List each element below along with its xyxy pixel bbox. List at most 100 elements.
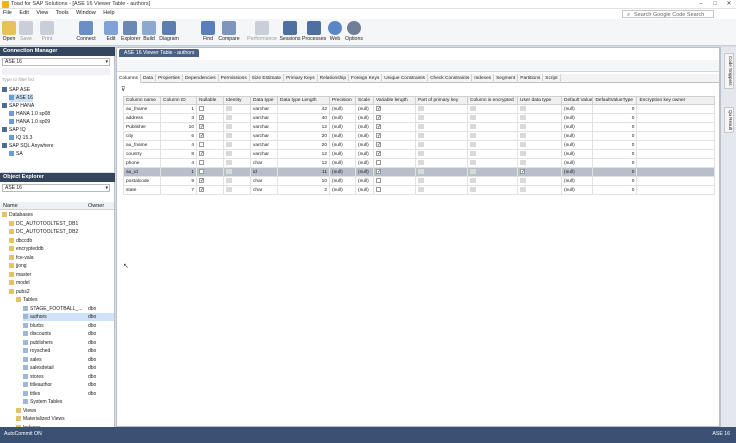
checkbox[interactable]: ✓ (376, 142, 381, 148)
build-button[interactable]: Build (142, 21, 156, 42)
connect-button[interactable]: Connect (76, 21, 96, 42)
subtab-item[interactable]: Dependencies (183, 74, 219, 83)
checkbox[interactable]: ✓ (376, 106, 381, 112)
tree-item[interactable]: System Tables (23, 398, 114, 406)
tree-item[interactable]: DC_AUTOTOOLTEST_DB2 (9, 228, 114, 236)
query-result-tab[interactable]: Qu Result (724, 107, 734, 134)
table-row[interactable]: address 3 ✓ varchar 40 (null) (null) ✓ (null) 0 (123, 113, 715, 123)
connection-combo[interactable]: ASE 16 (2, 58, 110, 66)
tree-item[interactable]: titleauthor dbo (23, 381, 114, 389)
column-name-header[interactable]: Name (3, 203, 18, 209)
checkbox[interactable]: ✓ (199, 124, 204, 130)
table-row[interactable]: Publisher 10 ✓ varchar 12 (null) (null) ✓ (null)… (123, 122, 715, 132)
table-row[interactable]: country 8 ✓ varchar 12 (null) (null) ✓ (null) 0 (123, 149, 715, 159)
tree-item[interactable]: STAGE_FOOTBALL_... dbo (23, 305, 114, 313)
checkbox[interactable] (199, 160, 204, 166)
subtab-item[interactable]: Indexes (472, 74, 495, 83)
table-row[interactable]: phone 4 char 12 (null) (null) (null) 0 (123, 158, 715, 168)
column-header[interactable]: Encryption key owner (636, 96, 715, 105)
print-button[interactable]: Print (40, 21, 54, 42)
menu-file[interactable]: File (0, 9, 15, 17)
checkbox[interactable]: ✓ (376, 169, 381, 175)
checkbox[interactable]: ✓ (376, 115, 381, 121)
tree-item[interactable]: fce-vala (9, 254, 114, 262)
tree-item[interactable]: titles dbo (23, 390, 114, 398)
column-header[interactable]: Precision (329, 96, 356, 105)
column-header[interactable]: Data type (250, 96, 278, 105)
filter-icon[interactable]: ⊽ (121, 86, 129, 94)
subtab-item[interactable]: Check Constraints (428, 74, 473, 83)
checkbox[interactable] (199, 142, 204, 148)
tree-item[interactable]: DC_AUTOTOOLTEST_DB1 (9, 220, 114, 228)
column-header[interactable]: User data type (517, 96, 562, 105)
subtab-item[interactable]: Unique Constraints (382, 74, 429, 83)
menu-tools[interactable]: Tools (53, 9, 72, 17)
options-button[interactable]: Options (344, 21, 364, 42)
subtab-item[interactable]: Columns (117, 74, 141, 83)
tree-item[interactable]: Views (16, 407, 114, 415)
table-row[interactable]: state 7 ✓ char 2 (null) (null) (null) 0 (123, 185, 715, 195)
subtab-item[interactable]: Properties (156, 74, 183, 83)
edit-button[interactable]: Edit (104, 21, 118, 42)
tree-item[interactable]: authors dbo (23, 313, 114, 321)
tree-item[interactable]: sales dbo (23, 356, 114, 364)
column-header[interactable]: Scale (355, 96, 374, 105)
object-explorer-combo[interactable]: ASE 16 (2, 184, 110, 192)
checkbox[interactable]: ✓ (376, 151, 381, 157)
column-header[interactable]: Column ID (160, 96, 197, 105)
checkbox[interactable]: ✓ (199, 187, 204, 193)
tree-item[interactable]: discounts dbo (23, 330, 114, 338)
tree-item[interactable]: pubs2 (9, 288, 114, 296)
save-button[interactable]: Save (19, 21, 33, 42)
connection-item[interactable]: HANA 1.0 sp09 (9, 118, 50, 126)
tree-item[interactable]: Materialized Views (16, 415, 114, 423)
sessions-button[interactable]: Sessions (279, 21, 301, 42)
column-header[interactable]: DefaultValueType (592, 96, 638, 105)
code-snippets-tab[interactable]: Code Snippets (724, 53, 734, 89)
subtab-item[interactable]: Data (141, 74, 157, 83)
connection-item[interactable]: IQ 15.3 (9, 134, 32, 142)
checkbox[interactable]: ✓ (199, 133, 204, 139)
table-row[interactable]: city 6 ✓ varchar 20 (null) (null) ✓ (null) 0 (123, 131, 715, 141)
column-header[interactable]: Variable length (373, 96, 416, 105)
checkbox[interactable]: ✓ (199, 178, 204, 184)
subtab-item[interactable]: Segment (494, 74, 519, 83)
tree-item[interactable]: jjong (9, 262, 114, 270)
column-header[interactable]: Part of primary key (415, 96, 468, 105)
checkbox[interactable] (199, 106, 204, 112)
find-button[interactable]: Find (201, 21, 215, 42)
column-header[interactable]: Data type Length (277, 96, 330, 105)
connection-item[interactable]: SA (9, 150, 23, 158)
subtab-item[interactable]: Primary Keys (284, 74, 318, 83)
connection-item[interactable]: SAP HANA (2, 102, 34, 110)
table-row[interactable]: au_fname 1 varchar 42 (null) (null) ✓ (null) 0 (123, 104, 715, 114)
minimize-button[interactable]: – (694, 0, 708, 9)
checkbox[interactable] (376, 178, 381, 184)
column-header[interactable]: Column name (123, 96, 161, 105)
search-input[interactable]: ⌕ Search Google Code Search (622, 10, 714, 18)
maximize-button[interactable]: □ (708, 0, 722, 9)
connection-item[interactable]: SAP ASE (2, 86, 30, 94)
subtab-item[interactable]: Foreign Keys (349, 74, 383, 83)
checkbox[interactable]: ✓ (199, 115, 204, 121)
connection-item[interactable]: SAP SQL Anywhere (2, 142, 53, 150)
subtab-item[interactable]: Permissions (219, 74, 250, 83)
checkbox[interactable]: ✓ (376, 133, 381, 139)
tree-item[interactable]: dbccdb (9, 237, 114, 245)
tree-item[interactable]: master (9, 271, 114, 279)
menu-view[interactable]: View (33, 9, 51, 17)
subtab-item[interactable]: Size Estimate (250, 74, 285, 83)
menu-help[interactable]: Help (100, 9, 117, 17)
web-button[interactable]: Web (328, 21, 342, 42)
menu-edit[interactable]: Edit (16, 9, 31, 17)
processes-button[interactable]: Processes (302, 21, 326, 42)
column-header[interactable]: Column is encrypted (467, 96, 518, 105)
connection-item[interactable]: ASE 16 (9, 94, 33, 102)
column-header[interactable]: Identity (223, 96, 251, 105)
checkbox[interactable]: ✓ (199, 151, 204, 157)
explorer-button[interactable]: Explorer (121, 21, 140, 42)
connection-item[interactable]: HANA 1.0 sp08 (9, 110, 50, 118)
table-row[interactable]: au_fname 4 varchar 20 (null) (null) ✓ (null) 0 (123, 140, 715, 150)
tree-item[interactable]: publishers dbo (23, 339, 114, 347)
tree-item[interactable]: blurbs dbo (23, 322, 114, 330)
